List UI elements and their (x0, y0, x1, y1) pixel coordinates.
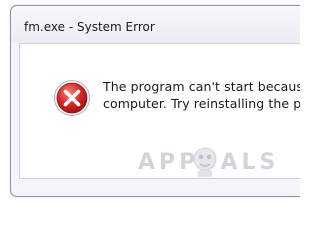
watermark: APPUALS (138, 144, 300, 184)
error-icon (54, 80, 90, 116)
dialog-content: The program can't start because d3c comp… (19, 43, 300, 179)
error-message-line-2: computer. Try reinstalling the progra (103, 96, 300, 111)
watermark-mascot-icon (193, 147, 217, 177)
error-message-line-1: The program can't start because d3c (103, 79, 300, 94)
system-error-dialog: fm.exe - System Error The program can't … (10, 5, 300, 197)
title-bar[interactable]: fm.exe - System Error (11, 6, 300, 43)
window-title: fm.exe - System Error (24, 20, 155, 34)
screenshot-stage: fm.exe - System Error The program can't … (0, 0, 300, 210)
